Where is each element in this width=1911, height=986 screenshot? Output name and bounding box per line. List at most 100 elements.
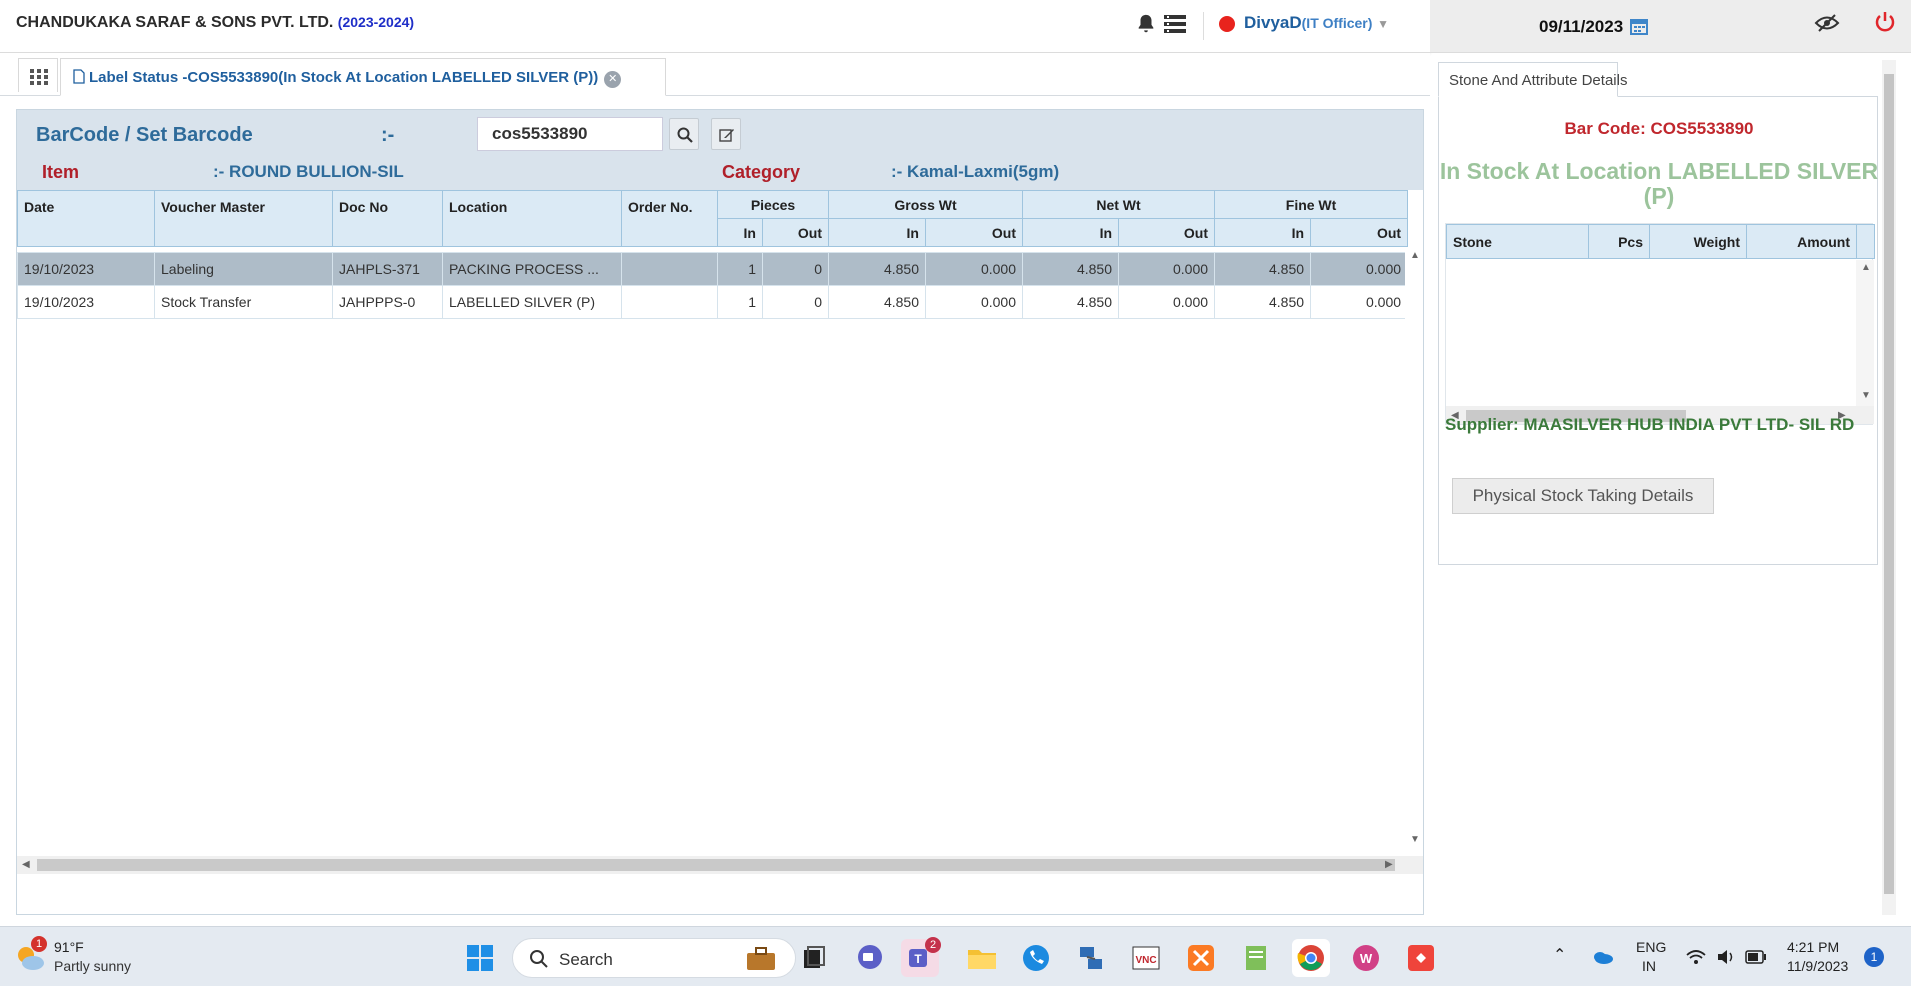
svg-text:W: W	[1360, 951, 1373, 966]
bell-icon[interactable]	[1135, 13, 1157, 35]
chat-icon[interactable]	[851, 939, 889, 977]
item-value: :- ROUND BULLION-SIL	[213, 162, 404, 181]
col-pcs[interactable]: Pcs	[1588, 224, 1650, 259]
chrome-icon	[1297, 945, 1324, 971]
cell-date: 19/10/2023	[17, 252, 155, 286]
barcode-colon: :-	[381, 124, 395, 146]
cell-docno-link[interactable]: JAHPPPS-0	[332, 285, 443, 319]
wps-office-icon[interactable]: W	[1347, 939, 1385, 977]
edit-icon	[719, 129, 734, 142]
notification-badge[interactable]: 1	[1864, 947, 1884, 967]
col-pieces-in[interactable]: In	[717, 218, 763, 247]
clock-time[interactable]: 4:21 PM	[1787, 939, 1839, 955]
grid-icon	[30, 69, 48, 85]
current-date[interactable]: 09/11/2023	[1539, 17, 1623, 37]
cell-order	[621, 252, 718, 286]
stone-vertical-scrollbar[interactable]: ▲ ▼	[1856, 260, 1874, 406]
language-primary[interactable]: ENG	[1636, 939, 1666, 955]
cell-net-in: 4.850	[1022, 285, 1120, 319]
chrome-app[interactable]	[1292, 939, 1330, 977]
col-spacer	[1856, 224, 1875, 259]
barcode-input[interactable]	[477, 117, 663, 151]
xampp-icon[interactable]	[1182, 939, 1220, 977]
user-menu[interactable]: DivyaD(IT Officer) ▼	[1244, 13, 1389, 33]
col-date[interactable]: Date	[17, 190, 155, 247]
edit-button[interactable]	[711, 118, 741, 150]
scroll-down-icon[interactable]: ▼	[1410, 834, 1420, 845]
language-secondary[interactable]: IN	[1642, 958, 1656, 974]
col-weight[interactable]: Weight	[1649, 224, 1747, 259]
power-icon[interactable]	[1873, 10, 1897, 34]
col-fine[interactable]: Fine Wt	[1214, 190, 1409, 219]
scroll-up-icon[interactable]: ▲	[1861, 262, 1871, 273]
network-app-icon[interactable]	[1072, 939, 1110, 977]
physical-stock-taking-button[interactable]: Physical Stock Taking Details	[1452, 478, 1714, 514]
search-icon	[530, 950, 548, 968]
details-vscroll-thumb[interactable]	[1884, 74, 1894, 894]
anydesk-icon[interactable]	[1402, 939, 1440, 977]
eye-slash-icon[interactable]	[1814, 13, 1840, 33]
stone-attribute-box: Bar Code: COS5533890 In Stock At Locatio…	[1438, 96, 1878, 565]
weather-widget[interactable]: 1 91°F Partly sunny	[14, 936, 164, 979]
col-net[interactable]: Net Wt	[1022, 190, 1216, 219]
scroll-left-icon[interactable]: ◀	[22, 859, 30, 870]
col-order[interactable]: Order No.	[621, 190, 718, 247]
vnc-viewer-icon[interactable]: VNC	[1127, 939, 1165, 977]
col-gross-in[interactable]: In	[828, 218, 926, 247]
file-explorer-icon[interactable]	[963, 939, 1001, 977]
calendar-icon[interactable]	[1630, 17, 1648, 35]
grid-hscroll-thumb[interactable]	[37, 859, 1395, 871]
apps-menu-button[interactable]	[18, 58, 58, 92]
col-stone[interactable]: Stone	[1446, 224, 1589, 259]
cell-gross-in: 4.850	[828, 252, 926, 286]
col-fine-in[interactable]: In	[1214, 218, 1312, 247]
list-icon[interactable]	[1163, 13, 1187, 35]
scroll-up-icon[interactable]: ▲	[1410, 250, 1420, 261]
grid-horizontal-scrollbar[interactable]: ◀ ▶	[17, 856, 1423, 874]
col-fine-out[interactable]: Out	[1310, 218, 1409, 247]
grid-vertical-scrollbar[interactable]: ▲ ▼	[1405, 250, 1423, 850]
label-status-grid: Date Voucher Master Doc No Location Orde…	[17, 190, 1423, 319]
col-voucher[interactable]: Voucher Master	[154, 190, 333, 247]
windows-start-icon[interactable]	[461, 939, 499, 977]
cell-net-out: 0.000	[1118, 285, 1216, 319]
cell-docno-link[interactable]: JAHPLS-371	[332, 252, 443, 286]
col-gross[interactable]: Gross Wt	[827, 190, 1024, 219]
col-docno[interactable]: Doc No	[332, 190, 443, 247]
battery-icon[interactable]	[1745, 950, 1767, 964]
clock-date[interactable]: 11/9/2023	[1787, 958, 1848, 974]
cell-fine-out: 0.000	[1310, 285, 1409, 319]
details-vertical-scrollbar[interactable]	[1882, 60, 1896, 915]
col-net-out[interactable]: Out	[1118, 218, 1216, 247]
teams-app[interactable]: T 2	[901, 937, 941, 977]
search-placeholder: Search	[559, 950, 613, 969]
tab-label-status[interactable]: Label Status -COS5533890(In Stock At Loc…	[60, 58, 666, 96]
onedrive-icon[interactable]	[1592, 949, 1614, 965]
volume-icon[interactable]	[1716, 949, 1736, 965]
search-button[interactable]	[669, 118, 699, 150]
wifi-icon[interactable]	[1686, 949, 1706, 965]
scroll-down-icon[interactable]: ▼	[1861, 390, 1871, 401]
tab-stone-attribute[interactable]: Stone And Attribute Details	[1438, 62, 1627, 97]
search-icon	[677, 127, 693, 143]
table-row[interactable]: 19/10/2023 Labeling JAHPLS-371 PACKING P…	[17, 252, 1409, 286]
col-pieces-out[interactable]: Out	[762, 218, 829, 247]
chevron-up-icon[interactable]: ⌃	[1553, 945, 1566, 965]
tabs-row: Label Status -COS5533890(In Stock At Loc…	[0, 53, 1430, 96]
close-tab-icon[interactable]: ✕	[604, 71, 622, 88]
col-gross-out[interactable]: Out	[924, 218, 1024, 247]
cell-fine-out: 0.000	[1310, 252, 1409, 286]
notepad-app-icon[interactable]	[1237, 939, 1275, 977]
task-view-icon[interactable]	[795, 939, 833, 977]
col-amount[interactable]: Amount	[1746, 224, 1857, 259]
barcode-info-bar: BarCode / Set Barcode :- Item :- ROUND B…	[17, 110, 1423, 190]
scroll-right-icon[interactable]: ▶	[1385, 859, 1393, 870]
col-location[interactable]: Location	[442, 190, 622, 247]
table-row[interactable]: 19/10/2023 Stock Transfer JAHPPPS-0 LABE…	[17, 285, 1409, 319]
supplier-info: Supplier: MAASILVER HUB INDIA PVT LTD- S…	[1445, 415, 1855, 434]
taskbar-search[interactable]: Search	[512, 938, 796, 978]
col-pieces[interactable]: Pieces	[717, 190, 829, 219]
detail-barcode: Bar Code: COS5533890	[1564, 119, 1754, 138]
phone-app-icon[interactable]	[1017, 939, 1055, 977]
col-net-in[interactable]: In	[1022, 218, 1120, 247]
